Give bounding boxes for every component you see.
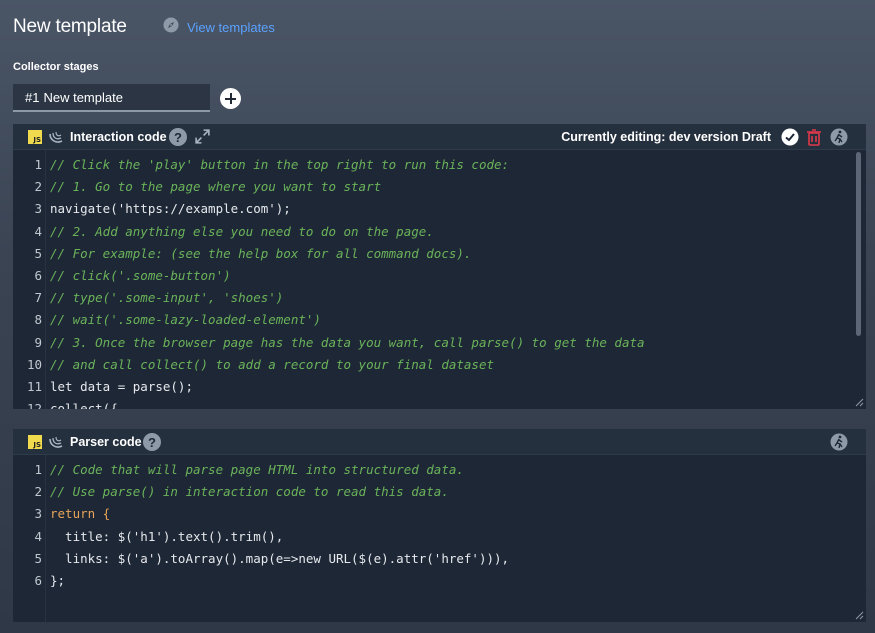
- code-line: 11 let data = parse();: [26, 378, 193, 394]
- resize-handle-icon[interactable]: [855, 611, 864, 620]
- page-title: New template: [13, 16, 127, 37]
- help-icon[interactable]: ?: [143, 433, 161, 451]
- expand-icon[interactable]: [194, 128, 211, 145]
- code-line: 4 title: $('h1').text().trim(),: [34, 528, 284, 544]
- code-line: 4// 2. Add anything else you need to do …: [34, 223, 434, 239]
- code-line: 3 return {: [34, 506, 111, 522]
- parser-code-title: Parser code: [70, 435, 142, 449]
- parser-code-toolbar: JS Parser code ?: [13, 429, 866, 455]
- stage-name: New template: [43, 89, 123, 105]
- parser-code-editor[interactable]: 1// Code that will parse page HTML into …: [13, 455, 866, 622]
- code-line: 5 links: $('a').toArray().map(e=>new URL…: [34, 550, 510, 566]
- compass-icon[interactable]: [163, 17, 179, 33]
- run-icon[interactable]: [830, 128, 848, 146]
- js-badge-icon: JS: [28, 435, 42, 449]
- code-line: 3 navigate('https://example.com');: [34, 201, 291, 217]
- code-line: 10// and call collect() to add a record …: [26, 356, 495, 372]
- resize-handle-icon[interactable]: [855, 398, 864, 407]
- jquery-icon: [49, 131, 63, 143]
- code-line: 1// Click the 'play' button in the top r…: [34, 157, 510, 172]
- code-line: 1// Code that will parse page HTML into …: [34, 462, 464, 477]
- check-circle-icon[interactable]: [781, 128, 799, 146]
- view-templates-link[interactable]: View templates: [187, 20, 275, 35]
- editor-scrollbar[interactable]: [856, 152, 861, 336]
- code-line: 5// For example: (see the help box for a…: [34, 245, 472, 261]
- help-icon[interactable]: ?: [169, 128, 187, 146]
- code-line: 2// Use parse() in interaction code to r…: [34, 484, 449, 500]
- interaction-code-editor[interactable]: 1// Click the 'play' button in the top r…: [13, 150, 866, 409]
- collector-stages-label: Collector stages: [13, 61, 99, 73]
- editing-status: Currently editing: dev version Draft: [561, 130, 771, 144]
- code-line: 7// type('.some-input', 'shoes'): [34, 290, 284, 306]
- parser-code-panel: JS Parser code ? 1// Code that will pars…: [13, 429, 866, 622]
- code-line: 12 collect({: [26, 401, 118, 409]
- trash-icon[interactable]: [806, 128, 822, 146]
- jquery-icon: [49, 436, 63, 448]
- interaction-code-toolbar: JS Interaction code ? Currently editing:…: [13, 124, 866, 150]
- add-stage-button[interactable]: [220, 88, 241, 109]
- interaction-code-panel: JS Interaction code ? Currently editing:…: [13, 124, 866, 409]
- code-line: 6// click('.some-button'): [34, 267, 231, 283]
- code-line: 2// 1. Go to the page where you want to …: [34, 179, 382, 195]
- js-badge-icon: JS: [28, 130, 42, 144]
- code-line: 8// wait('.some-lazy-loaded-element'): [34, 312, 321, 328]
- stage-number: #1: [25, 89, 40, 105]
- stage-tab-1[interactable]: #1 New template: [13, 84, 210, 112]
- interaction-code-title: Interaction code: [70, 130, 167, 144]
- page-header: New template: [13, 14, 127, 40]
- code-line: 9// 3. Once the browser page has the dat…: [34, 334, 645, 350]
- run-icon[interactable]: [830, 433, 848, 451]
- code-line: 6};: [34, 572, 66, 588]
